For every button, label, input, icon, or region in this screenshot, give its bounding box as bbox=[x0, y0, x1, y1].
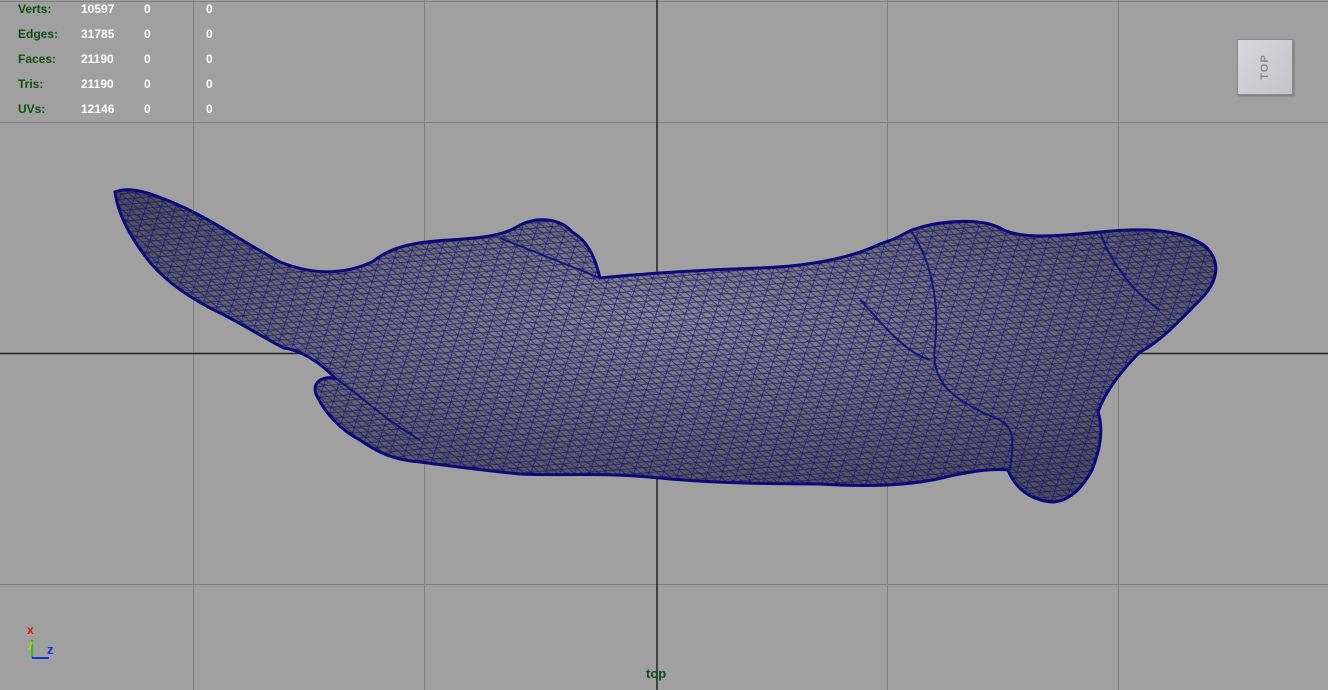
view-cube-label: TOP bbox=[1259, 54, 1271, 80]
axis-z-label: z bbox=[47, 642, 54, 657]
axis-gizmo-lines bbox=[28, 640, 49, 659]
perspective-viewport[interactable]: Verts: 10597 0 0 Edges: 31785 0 0 Faces:… bbox=[0, 0, 1328, 690]
hud-label: UVs: bbox=[18, 102, 46, 116]
hud-value: 0 bbox=[206, 27, 213, 41]
hud-value: 0 bbox=[206, 102, 213, 116]
hud-value: 0 bbox=[206, 52, 213, 66]
hud-label: Tris: bbox=[18, 77, 44, 91]
hud-value: 21190 bbox=[81, 77, 114, 91]
hud-value: 0 bbox=[206, 2, 213, 16]
hud-label: Verts: bbox=[18, 2, 52, 16]
hud-value: 10597 bbox=[81, 2, 115, 16]
hud-label: Edges: bbox=[18, 27, 59, 41]
viewport-canvas bbox=[0, 0, 1328, 690]
hud-value: 31785 bbox=[81, 27, 115, 41]
hud-value: 12146 bbox=[81, 102, 115, 116]
hud-value: 0 bbox=[144, 27, 151, 41]
hud-value: 21190 bbox=[81, 52, 114, 66]
axis-gizmo: x z bbox=[22, 620, 62, 664]
hud-value: 0 bbox=[144, 52, 151, 66]
camera-name-label: top bbox=[646, 666, 667, 681]
wireframe-mesh[interactable] bbox=[113, 188, 1218, 504]
hud-label: Faces: bbox=[18, 52, 57, 66]
hud-value: 0 bbox=[144, 77, 151, 91]
hud-value: 0 bbox=[144, 102, 151, 116]
hud-value: 0 bbox=[144, 2, 151, 16]
view-cube[interactable]: TOP bbox=[1237, 39, 1293, 95]
hud-value: 0 bbox=[206, 77, 213, 91]
